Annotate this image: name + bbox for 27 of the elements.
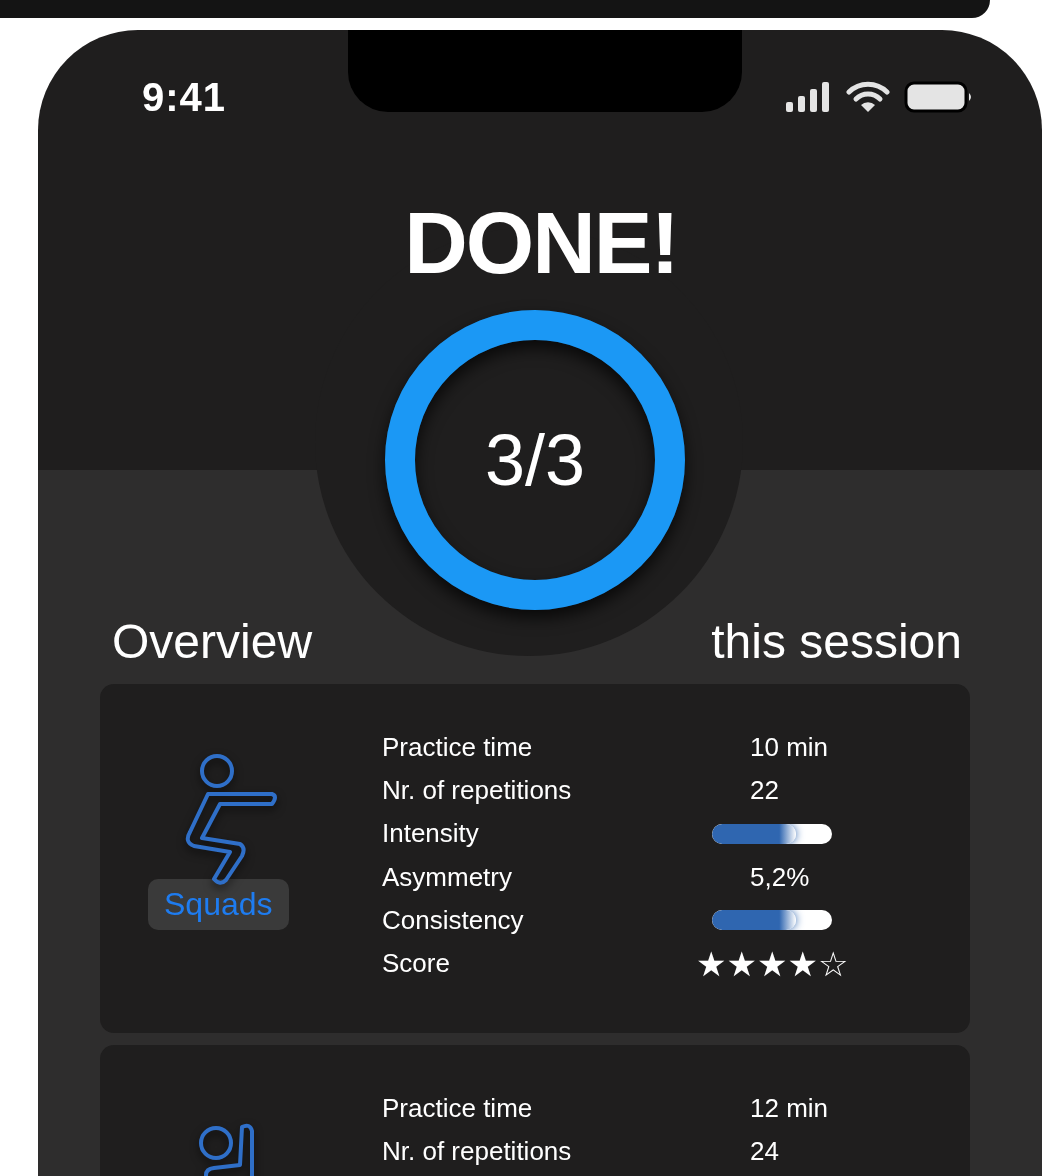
filled-star-icon: ★ bbox=[726, 943, 757, 984]
filled-star-icon: ★ bbox=[696, 943, 727, 984]
filled-star-icon: ★ bbox=[756, 943, 788, 984]
exercise-label: Squads bbox=[148, 879, 289, 930]
stat-label: Intensity bbox=[382, 818, 480, 850]
stat-label: Nr. of repetitions bbox=[382, 1136, 573, 1168]
stat-value: 12 min bbox=[750, 1093, 829, 1124]
stat-label: Consistency bbox=[382, 904, 525, 936]
stat-value: 5,2% bbox=[750, 861, 810, 892]
overview-title: Overview bbox=[112, 614, 313, 670]
stat-label: Nr. of repetitions bbox=[382, 775, 573, 807]
overview-subtitle: this session bbox=[711, 614, 962, 670]
progress-count: 3/3 bbox=[483, 419, 587, 502]
filled-star-icon: ★ bbox=[787, 943, 818, 984]
stat-value: 24 bbox=[750, 1136, 779, 1167]
stat-value: 10 min bbox=[750, 732, 829, 763]
status-time: 9:41 bbox=[142, 74, 227, 120]
stat-label: Practice time bbox=[382, 1093, 534, 1125]
stat-label: Score bbox=[382, 948, 451, 980]
battery-icon bbox=[904, 81, 974, 113]
stat-label: Asymmetry bbox=[382, 861, 513, 893]
stat-value: 22 bbox=[750, 775, 779, 806]
stat-label: Practice time bbox=[382, 732, 534, 764]
empty-star-icon: ☆ bbox=[817, 943, 849, 984]
done-heading: DONE! bbox=[403, 192, 679, 294]
wifi-icon bbox=[846, 81, 890, 113]
signal-icon bbox=[786, 82, 832, 112]
